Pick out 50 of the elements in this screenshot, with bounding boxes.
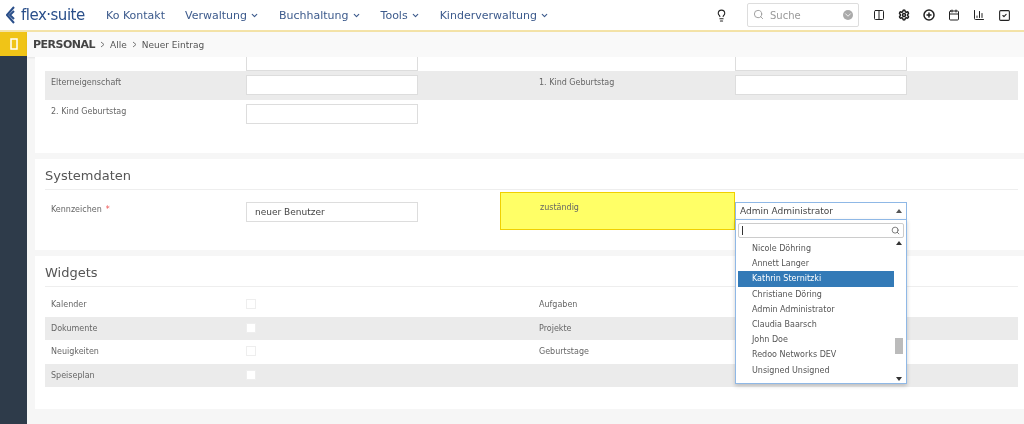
chevron-icon — [100, 41, 106, 48]
breadcrumb-module[interactable]: PERSONAL — [33, 38, 96, 51]
select-field[interactable]: Admin Administrator — [735, 202, 907, 220]
nav-menu-item[interactable]: Kinderverwaltung — [439, 8, 549, 22]
sidebar-tab[interactable] — [0, 32, 27, 56]
input-field[interactable] — [246, 57, 418, 71]
field-label: 1. Kind Geburtstag — [539, 77, 616, 87]
input-field[interactable] — [246, 75, 418, 95]
nav-menu-item[interactable]: Verwaltung — [185, 8, 259, 22]
input-field[interactable] — [246, 104, 418, 124]
field-label: Projekte — [539, 322, 573, 333]
input-field[interactable] — [735, 57, 907, 71]
calendar-icon[interactable] — [948, 9, 960, 21]
scroll-down-icon[interactable] — [896, 377, 902, 381]
dropdown-search-field[interactable] — [738, 223, 904, 238]
breadcrumb-item[interactable]: Alle — [110, 39, 127, 50]
input-field[interactable]: neuer Benutzer — [246, 202, 418, 222]
required-mark: * — [105, 205, 110, 214]
columns-icon[interactable] — [873, 9, 885, 21]
chevron-icon — [131, 41, 137, 48]
nav-menu-item[interactable]: Ko Kontakt — [106, 8, 165, 22]
lightbulb-icon[interactable] — [715, 8, 728, 22]
dropdown-option[interactable]: Kathrin Sternitzki — [738, 271, 894, 287]
highlighted-label: zuständig — [500, 192, 735, 230]
settings-icon[interactable] — [898, 9, 910, 21]
field-label: Neuigkeiten — [50, 346, 100, 356]
search-icon — [891, 226, 900, 235]
bar-chart-icon[interactable] — [973, 9, 985, 21]
search-field[interactable]: Suche — [747, 3, 859, 27]
nav-menu-item[interactable]: Buchhaltung — [279, 8, 361, 22]
search-icon — [753, 9, 764, 20]
field-label: Aufgaben — [539, 299, 579, 309]
scrollbar-thumb[interactable] — [895, 338, 903, 354]
dropdown-icon[interactable] — [843, 10, 853, 20]
field-label: Kalender — [50, 299, 88, 309]
field-label: Speiseplan — [50, 369, 96, 380]
field-label: Elterneigenschaft — [50, 77, 123, 87]
breadcrumb-item: Neuer Eintrag — [141, 39, 205, 50]
field-label: Kennzeichen * — [50, 204, 111, 214]
field-label: Geburtstage — [539, 346, 590, 356]
field-label: Dokumente — [50, 322, 99, 333]
scroll-up-icon[interactable] — [896, 241, 902, 245]
nav-menu-item[interactable]: Tools — [380, 8, 420, 22]
panel-icon — [9, 38, 18, 50]
add-icon[interactable] — [923, 9, 935, 21]
field-label: 2. Kind Geburtstag — [50, 106, 128, 116]
checkbox-icon[interactable] — [998, 8, 1011, 22]
logo: flex·suite — [6, 6, 106, 24]
input-field[interactable] — [735, 75, 907, 95]
caret-icon — [896, 209, 902, 213]
